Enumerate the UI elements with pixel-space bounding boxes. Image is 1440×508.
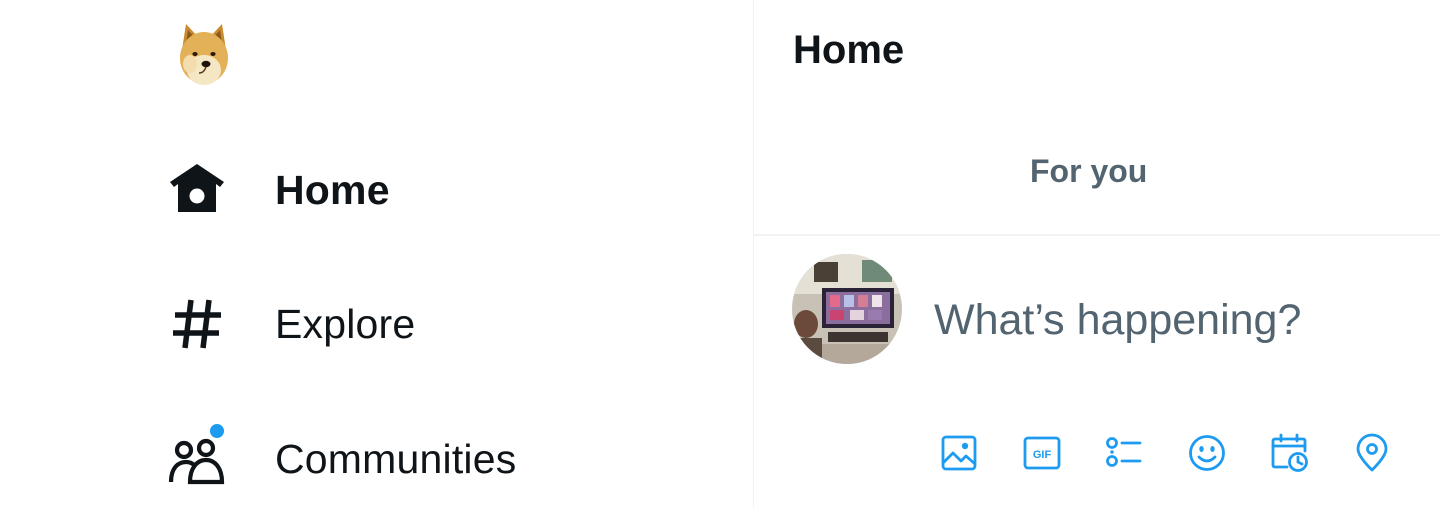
hashtag-icon [166, 293, 228, 355]
sidebar: Home Explore Communities [0, 0, 754, 508]
sidebar-item-label: Communities [275, 435, 517, 482]
sidebar-item-communities[interactable]: Communities [166, 422, 517, 491]
gif-icon[interactable]: GIF [1017, 428, 1067, 478]
sidebar-item-label: Explore [275, 300, 416, 347]
compose-input[interactable] [934, 290, 1414, 350]
sidebar-item-home[interactable]: Home [166, 158, 390, 222]
compose-toolbar: GIF [934, 428, 1397, 478]
schedule-icon[interactable] [1264, 428, 1314, 478]
tabs-divider [754, 234, 1440, 236]
home-icon [166, 159, 228, 221]
page-title: Home [793, 28, 905, 72]
doge-logo-icon[interactable] [172, 20, 236, 90]
poll-icon[interactable] [1099, 428, 1149, 478]
location-icon[interactable] [1347, 428, 1397, 478]
sidebar-item-explore[interactable]: Explore [166, 292, 415, 356]
communities-icon [166, 422, 228, 490]
main-timeline: Home For you What’s happening? GIF [754, 0, 1440, 508]
emoji-icon[interactable] [1182, 428, 1232, 478]
tab-for-you[interactable]: For you [1030, 153, 1147, 190]
image-icon[interactable] [934, 428, 984, 478]
notification-dot [208, 422, 226, 440]
sidebar-item-label: Home [275, 166, 390, 213]
svg-text:GIF: GIF [1032, 449, 1051, 461]
avatar[interactable] [792, 254, 902, 364]
